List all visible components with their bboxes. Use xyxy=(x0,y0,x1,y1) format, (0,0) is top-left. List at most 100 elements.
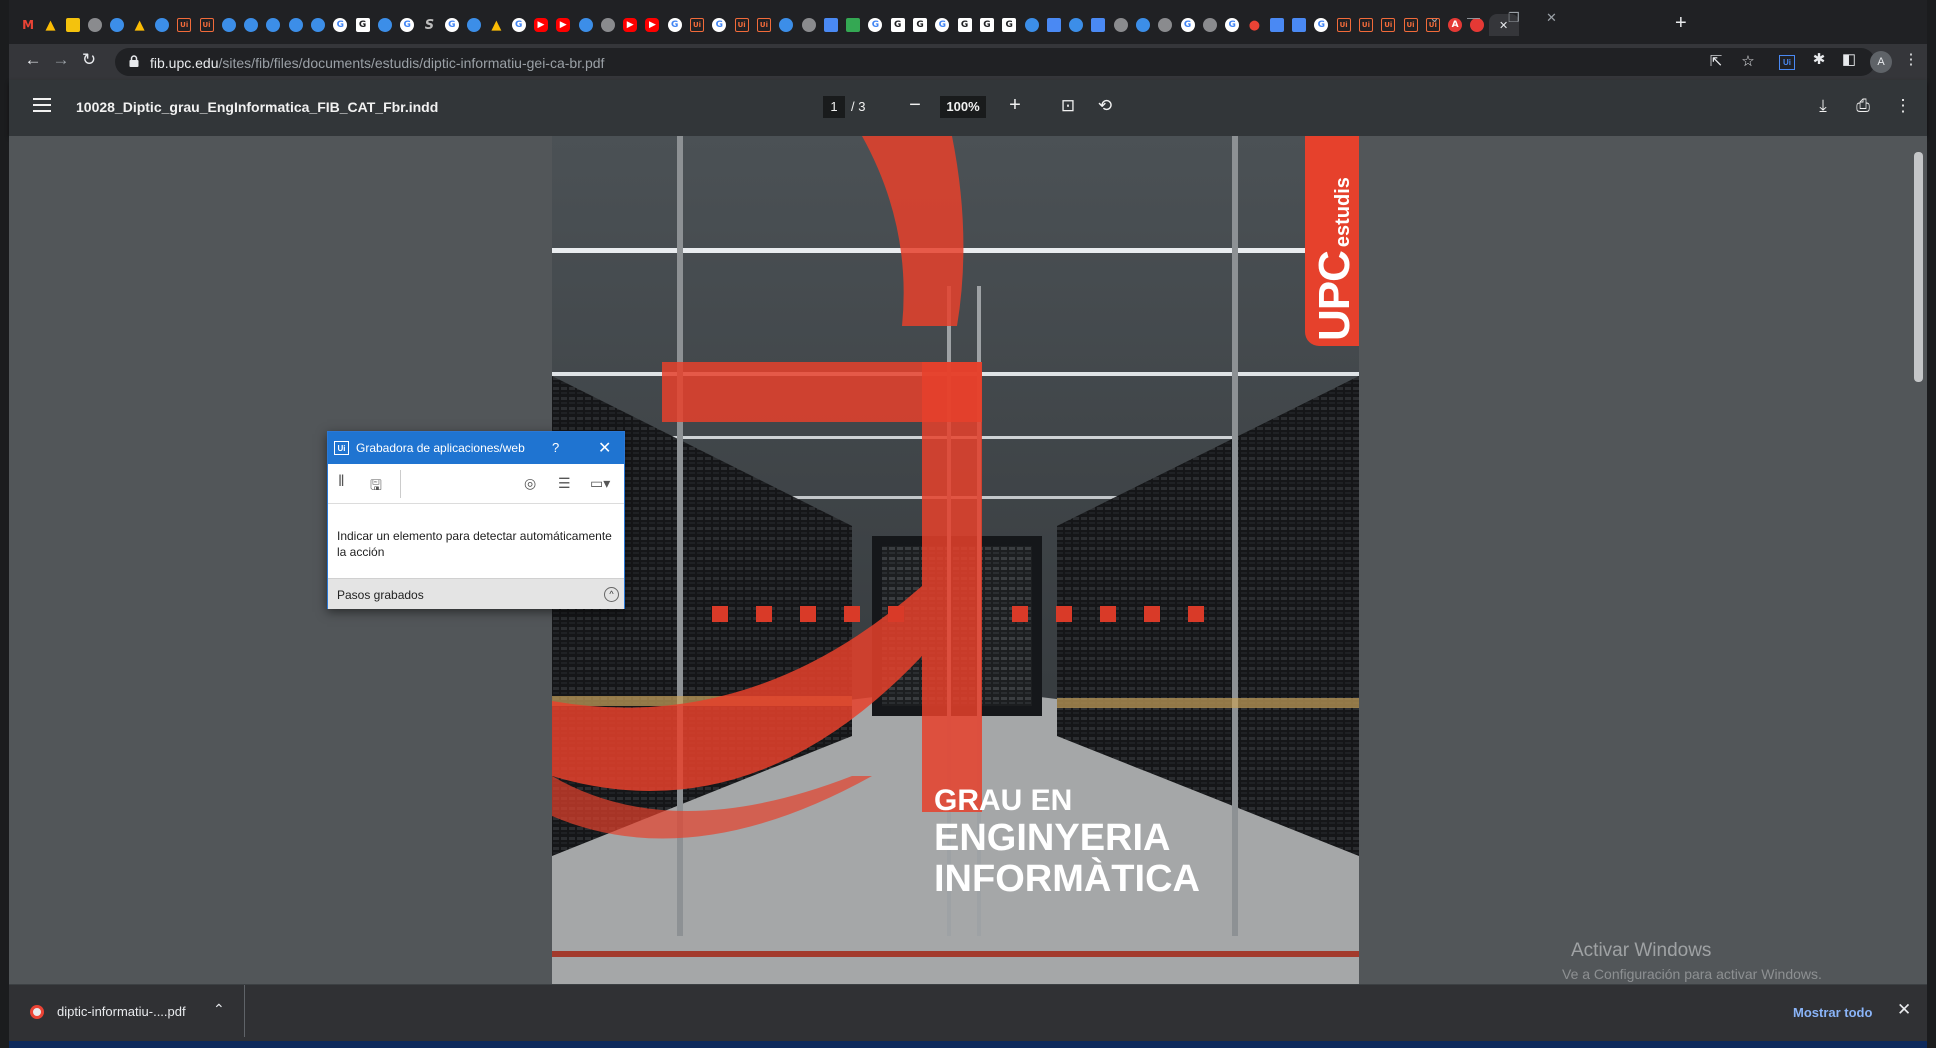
tab[interactable]: Ui xyxy=(686,14,708,36)
bookmark-star-icon[interactable]: ☆ xyxy=(1737,52,1759,70)
tab[interactable] xyxy=(62,14,84,36)
tab[interactable] xyxy=(240,14,262,36)
save-recording-icon[interactable]: 🖫 xyxy=(370,475,382,499)
tab[interactable] xyxy=(1065,14,1087,36)
tab[interactable] xyxy=(151,14,173,36)
tab[interactable]: Ui xyxy=(173,14,195,36)
download-icon[interactable]: ⤓ xyxy=(1812,96,1834,116)
tab[interactable] xyxy=(1020,14,1042,36)
tab[interactable]: A xyxy=(1444,14,1466,36)
steps-list-icon[interactable]: ☰ xyxy=(558,475,571,492)
tab[interactable]: ● xyxy=(1243,14,1265,36)
screenshot-dropdown-icon[interactable]: ▭▾ xyxy=(590,475,610,492)
recorder-dialog[interactable]: Ui Grabadora de aplicaciones/web ? ✕ ‖ 🖫… xyxy=(327,431,625,609)
tab[interactable]: ▶ xyxy=(552,14,574,36)
tab[interactable]: M xyxy=(17,14,39,36)
tab[interactable] xyxy=(1087,14,1109,36)
tab[interactable] xyxy=(797,14,819,36)
more-options-icon[interactable]: ⋮ xyxy=(1892,96,1914,116)
download-item[interactable]: diptic-informatiu-....pdf ⌃ xyxy=(9,985,245,1037)
back-button[interactable]: ← xyxy=(21,50,45,70)
tab[interactable]: ▲ xyxy=(39,14,61,36)
tab[interactable]: Ui xyxy=(753,14,775,36)
tab[interactable] xyxy=(820,14,842,36)
tab[interactable]: Ui xyxy=(195,14,217,36)
tab[interactable]: G xyxy=(1221,14,1243,36)
tab[interactable]: G xyxy=(329,14,351,36)
pdf-viewport[interactable]: UPC estudis GRAU EN ENGINYERIA INFORMÀTIC… xyxy=(9,136,1927,984)
chrome-menu-icon[interactable]: ⋮ xyxy=(1900,50,1922,68)
tab[interactable]: S xyxy=(418,14,440,36)
pause-icon[interactable]: ‖ xyxy=(338,473,345,491)
tab[interactable] xyxy=(285,14,307,36)
tab[interactable]: Ui xyxy=(1399,14,1421,36)
close-downloads-bar-button[interactable]: ✕ xyxy=(1897,1000,1911,1020)
tab[interactable] xyxy=(1110,14,1132,36)
profile-avatar[interactable]: A xyxy=(1870,51,1892,73)
help-button[interactable]: ? xyxy=(552,440,559,455)
tab[interactable]: G xyxy=(909,14,931,36)
tab[interactable]: ▶ xyxy=(619,14,641,36)
tab[interactable] xyxy=(842,14,864,36)
tab[interactable] xyxy=(307,14,329,36)
vertical-scrollbar[interactable] xyxy=(1910,136,1927,984)
tab[interactable] xyxy=(84,14,106,36)
tab[interactable]: Ui xyxy=(731,14,753,36)
chevron-up-icon[interactable]: ^ xyxy=(604,587,619,602)
tab[interactable] xyxy=(1288,14,1310,36)
tab[interactable]: G xyxy=(887,14,909,36)
tab[interactable]: G xyxy=(664,14,686,36)
tab[interactable]: G xyxy=(998,14,1020,36)
recorder-close-button[interactable]: ✕ xyxy=(598,438,611,458)
sidebar-menu-icon[interactable] xyxy=(33,98,51,112)
tab[interactable] xyxy=(1154,14,1176,36)
recorded-steps-panel[interactable]: Pasos grabados ^ xyxy=(328,578,624,609)
target-capture-icon[interactable]: ◎ xyxy=(524,475,536,492)
tab[interactable]: G xyxy=(931,14,953,36)
tab[interactable]: Ui xyxy=(1377,14,1399,36)
tab[interactable] xyxy=(1266,14,1288,36)
tab[interactable] xyxy=(597,14,619,36)
new-tab-button[interactable]: + xyxy=(1675,12,1687,35)
tab[interactable]: G xyxy=(1310,14,1332,36)
tab[interactable]: G xyxy=(351,14,373,36)
share-icon[interactable]: ⇱ xyxy=(1705,52,1727,70)
tab[interactable]: ▶ xyxy=(641,14,663,36)
tab[interactable] xyxy=(1043,14,1065,36)
tab[interactable]: G xyxy=(953,14,975,36)
tab[interactable]: ▲ xyxy=(128,14,150,36)
tab[interactable] xyxy=(106,14,128,36)
rotate-icon[interactable]: ⟲ xyxy=(1094,96,1116,116)
reload-button[interactable]: ↻ xyxy=(77,50,101,70)
fit-page-icon[interactable]: ⊡ xyxy=(1057,96,1079,116)
extensions-puzzle-icon[interactable]: ✱ xyxy=(1808,50,1830,68)
tab[interactable] xyxy=(463,14,485,36)
print-icon[interactable]: ⎙ xyxy=(1852,96,1874,116)
recorder-titlebar[interactable]: Ui Grabadora de aplicaciones/web ? ✕ xyxy=(328,432,624,464)
page-number-input[interactable]: 1 xyxy=(823,96,845,118)
tab[interactable]: ▲ xyxy=(485,14,507,36)
tab[interactable]: G xyxy=(508,14,530,36)
show-all-downloads-link[interactable]: Mostrar todo xyxy=(1793,1005,1872,1020)
restore-button[interactable]: ❐ xyxy=(1508,10,1520,26)
tab[interactable] xyxy=(1132,14,1154,36)
tab[interactable] xyxy=(262,14,284,36)
tab[interactable]: G xyxy=(708,14,730,36)
side-panel-icon[interactable]: ◧ xyxy=(1838,50,1860,68)
zoom-level-input[interactable]: 100% xyxy=(940,96,986,118)
tab[interactable] xyxy=(574,14,596,36)
chevron-up-icon[interactable]: ⌃ xyxy=(213,1001,225,1018)
tab[interactable]: G xyxy=(441,14,463,36)
zoom-out-button[interactable]: − xyxy=(905,94,925,117)
tab[interactable]: Ui xyxy=(1333,14,1355,36)
tab[interactable] xyxy=(1199,14,1221,36)
scrollbar-thumb[interactable] xyxy=(1914,152,1923,382)
close-window-button[interactable]: ✕ xyxy=(1546,10,1557,26)
forward-button[interactable]: → xyxy=(49,50,73,70)
tab[interactable] xyxy=(218,14,240,36)
zoom-in-button[interactable]: + xyxy=(1005,94,1025,117)
tab[interactable]: G xyxy=(1176,14,1198,36)
tab[interactable]: G xyxy=(396,14,418,36)
tab[interactable]: Ui xyxy=(1355,14,1377,36)
tab[interactable]: G xyxy=(864,14,886,36)
